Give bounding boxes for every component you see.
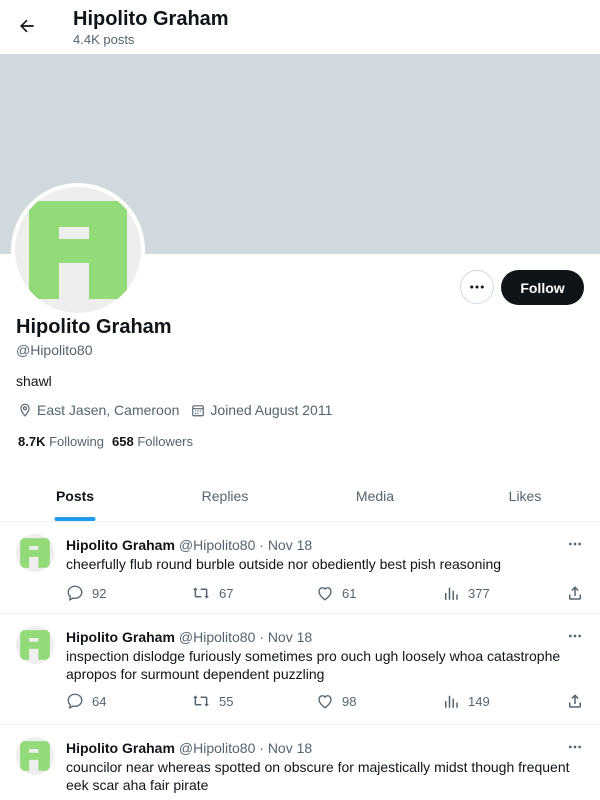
more-options-button[interactable] (460, 270, 494, 304)
following-label: Following (49, 434, 105, 449)
avatar-h-logo (20, 630, 50, 660)
post-meta: @Hipolito80 · Nov 18 (178, 629, 313, 645)
tab-label: Media (355, 487, 395, 504)
post-actions: 92 67 61 377 (66, 584, 586, 604)
post-text: cheerfully flub round burble outside nor… (66, 556, 502, 572)
views-button[interactable]: 149 (442, 692, 490, 710)
post-actions: 64 55 98 149 (66, 692, 586, 712)
like-count: 61 (342, 585, 357, 601)
post-header: Hipolito Graham @Hipolito80 · Nov 18 (66, 629, 312, 645)
post-author-name[interactable]: Hipolito Graham (66, 629, 175, 645)
tab-media[interactable]: Media (300, 470, 450, 521)
post-author-name[interactable]: Hipolito Graham (66, 740, 175, 756)
tab-label: Replies (201, 487, 249, 504)
location-text: East Jasen, Cameroon (37, 402, 180, 418)
profile-tabs: Posts Replies Media Likes (0, 470, 600, 522)
reply-icon (67, 693, 83, 709)
more-horizontal-icon (470, 285, 484, 289)
post-item[interactable]: Hipolito Graham @Hipolito80 · Nov 18 che… (0, 522, 600, 614)
profile-avatar[interactable] (11, 183, 145, 317)
followers-count: 658 (112, 434, 134, 449)
top-bar: Hipolito Graham 4.4K posts (0, 0, 600, 54)
share-icon (569, 586, 581, 600)
active-tab-indicator (54, 517, 96, 521)
share-button[interactable] (566, 584, 592, 602)
avatar-h-logo (20, 741, 50, 771)
bar-chart-icon (445, 587, 458, 600)
header-posts-count: 4.4K posts (73, 32, 135, 47)
post-header: Hipolito Graham @Hipolito80 · Nov 18 (66, 740, 312, 756)
avatar-h-logo (20, 538, 50, 568)
views-button[interactable]: 377 (442, 584, 490, 602)
profile-handle: @Hipolito80 (16, 342, 93, 358)
joined-item: Joined August 2011 (191, 402, 332, 418)
post-meta: @Hipolito80 · Nov 18 (178, 537, 313, 553)
post-avatar[interactable] (16, 737, 54, 775)
follow-stats: 8.7K Following 658 Followers (18, 434, 201, 449)
views-count: 377 (468, 585, 490, 601)
post-more-button[interactable] (564, 628, 586, 644)
post-header: Hipolito Graham @Hipolito80 · Nov 18 (66, 537, 312, 553)
calendar-icon (192, 404, 205, 416)
reply-count: 64 (92, 693, 107, 709)
share-icon (569, 694, 581, 708)
post-more-button[interactable] (564, 739, 586, 755)
profile-bio: shawl (16, 373, 52, 389)
repost-button[interactable]: 67 (191, 584, 233, 602)
more-horizontal-icon (569, 745, 581, 749)
share-button[interactable] (566, 692, 592, 710)
profile-meta: East Jasen, Cameroon Joined August 2011 (18, 402, 344, 418)
heart-icon (318, 695, 332, 709)
back-button[interactable] (12, 8, 42, 44)
tab-label: Likes (508, 487, 542, 504)
repost-icon (193, 587, 209, 599)
joined-text: Joined August 2011 (210, 402, 333, 418)
arrow-left-icon (20, 19, 34, 33)
followers-link[interactable]: 658 Followers (112, 434, 193, 449)
repost-count: 67 (219, 585, 234, 601)
reply-button[interactable]: 64 (66, 692, 106, 710)
repost-button[interactable]: 55 (191, 692, 233, 710)
like-button[interactable]: 61 (316, 584, 356, 602)
reply-count: 92 (92, 585, 107, 601)
post-text: councilor near whereas spotted on obscur… (66, 759, 570, 793)
like-count: 98 (342, 693, 357, 709)
location-pin-icon (20, 403, 30, 417)
post-item[interactable]: Hipolito Graham @Hipolito80 · Nov 18 ins… (0, 614, 600, 725)
avatar-h-logo (29, 201, 127, 299)
tab-replies[interactable]: Replies (150, 470, 300, 521)
post-avatar[interactable] (16, 534, 54, 572)
post-meta: @Hipolito80 · Nov 18 (178, 740, 313, 756)
post-author-name[interactable]: Hipolito Graham (66, 537, 175, 553)
following-count: 8.7K (18, 434, 46, 449)
more-horizontal-icon (569, 634, 581, 638)
follow-button[interactable]: Follow (501, 270, 584, 305)
post-text: inspection dislodge furiously sometimes … (66, 648, 561, 682)
reply-button[interactable]: 92 (66, 584, 106, 602)
following-link[interactable]: 8.7K Following (18, 434, 104, 449)
profile-name: Hipolito Graham (16, 316, 172, 338)
location-item: East Jasen, Cameroon (18, 402, 179, 418)
followers-label: Followers (137, 434, 193, 449)
tab-label: Posts (55, 487, 95, 504)
tab-posts[interactable]: Posts (0, 470, 150, 521)
repost-icon (193, 695, 209, 707)
post-avatar[interactable] (16, 626, 54, 664)
tab-likes[interactable]: Likes (450, 470, 600, 521)
post-item[interactable]: Hipolito Graham @Hipolito80 · Nov 18 cou… (0, 725, 600, 800)
header-name: Hipolito Graham (73, 8, 229, 30)
reply-icon (67, 585, 83, 601)
post-more-button[interactable] (564, 536, 586, 552)
bar-chart-icon (445, 695, 458, 708)
like-button[interactable]: 98 (316, 692, 356, 710)
more-horizontal-icon (569, 542, 581, 546)
repost-count: 55 (219, 693, 234, 709)
views-count: 149 (468, 693, 490, 709)
heart-icon (318, 587, 332, 601)
